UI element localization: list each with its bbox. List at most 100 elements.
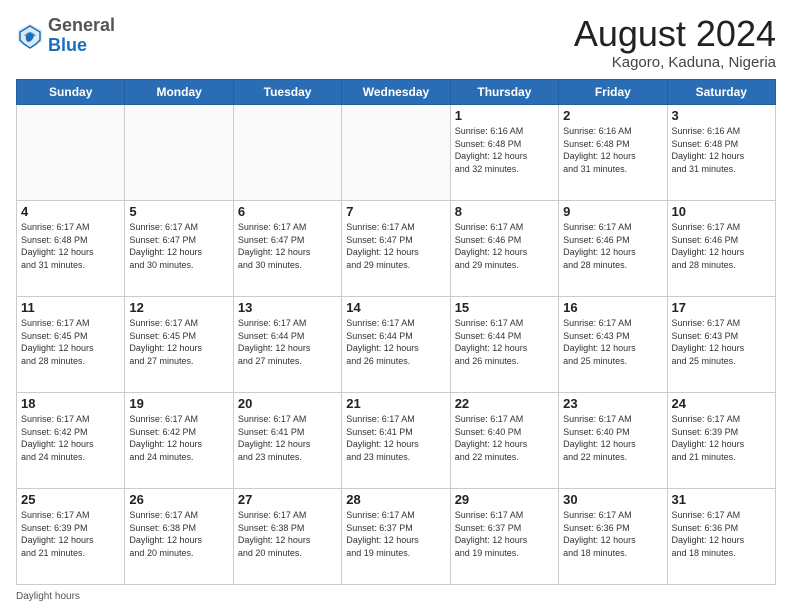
day-number: 31: [672, 492, 771, 507]
calendar-cell: 18Sunrise: 6:17 AM Sunset: 6:42 PM Dayli…: [17, 393, 125, 489]
day-info: Sunrise: 6:17 AM Sunset: 6:43 PM Dayligh…: [563, 317, 662, 367]
day-number: 1: [455, 108, 554, 123]
day-number: 7: [346, 204, 445, 219]
day-info: Sunrise: 6:17 AM Sunset: 6:36 PM Dayligh…: [563, 509, 662, 559]
day-number: 17: [672, 300, 771, 315]
calendar-cell: 1Sunrise: 6:16 AM Sunset: 6:48 PM Daylig…: [450, 105, 558, 201]
day-number: 10: [672, 204, 771, 219]
calendar-week-row: 11 Sunrise: 6:17 AM Sunset: 6:45 PM Dayli…: [17, 297, 776, 393]
day-number: 2: [563, 108, 662, 123]
day-info: Sunrise: 6:17 AM Sunset: 6:38 PM Dayligh…: [238, 509, 337, 559]
calendar-table: SundayMondayTuesdayWednesdayThursdayFrid…: [16, 79, 776, 585]
day-info: Sunrise: 6:17 AM Sunset: 6:41 PM Dayligh…: [346, 413, 445, 463]
day-number: 5: [129, 204, 228, 219]
day-number: 24: [672, 396, 771, 411]
day-number: 20: [238, 396, 337, 411]
day-of-week-header: Saturday: [667, 80, 775, 105]
day-info: Sunrise: 6:17 AM Sunset: 6:44 PM Dayligh…: [346, 317, 445, 367]
calendar-cell: [233, 105, 341, 201]
calendar-cell: 21 Sunrise: 6:17 AM Sunset: 6:41 PM Dayli…: [342, 393, 450, 489]
logo: General Blue: [16, 16, 115, 56]
calendar-cell: 3 Sunrise: 6:16 AM Sunset: 6:48 PM Daylig…: [667, 105, 775, 201]
calendar-cell: 7 Sunrise: 6:17 AM Sunset: 6:47 PM Daylig…: [342, 201, 450, 297]
day-info: Sunrise: 6:16 AM Sunset: 6:48 PM Dayligh…: [563, 125, 662, 175]
logo-text: General Blue: [48, 16, 115, 56]
day-number: 26: [129, 492, 228, 507]
day-of-week-header: Sunday: [17, 80, 125, 105]
day-info: Sunrise: 6:17 AM Sunset: 6:36 PM Dayligh…: [672, 509, 771, 559]
day-number: 15: [455, 300, 554, 315]
day-number: 18: [21, 396, 120, 411]
day-info: Sunrise: 6:17 AM Sunset: 6:47 PM Dayligh…: [346, 221, 445, 271]
day-info: Sunrise: 6:17 AM Sunset: 6:39 PM Dayligh…: [21, 509, 120, 559]
calendar-cell: 20Sunrise: 6:17 AM Sunset: 6:41 PM Dayli…: [233, 393, 341, 489]
calendar-header-row: SundayMondayTuesdayWednesdayThursdayFrid…: [17, 80, 776, 105]
day-info: Sunrise: 6:17 AM Sunset: 6:37 PM Dayligh…: [455, 509, 554, 559]
day-info: Sunrise: 6:17 AM Sunset: 6:45 PM Dayligh…: [21, 317, 120, 367]
calendar-cell: 16 Sunrise: 6:17 AM Sunset: 6:43 PM Dayli…: [559, 297, 667, 393]
calendar-cell: 19 Sunrise: 6:17 AM Sunset: 6:42 PM Dayli…: [125, 393, 233, 489]
day-info: Sunrise: 6:17 AM Sunset: 6:47 PM Dayligh…: [238, 221, 337, 271]
calendar-cell: 13Sunrise: 6:17 AM Sunset: 6:44 PM Dayli…: [233, 297, 341, 393]
day-info: Sunrise: 6:17 AM Sunset: 6:37 PM Dayligh…: [346, 509, 445, 559]
day-of-week-header: Wednesday: [342, 80, 450, 105]
calendar-cell: 12 Sunrise: 6:17 AM Sunset: 6:45 PM Dayli…: [125, 297, 233, 393]
calendar-week-row: 18 Sunrise: 6:17 AM Sunset: 6:42 PM Dayli…: [17, 393, 776, 489]
day-info: Sunrise: 6:17 AM Sunset: 6:39 PM Dayligh…: [672, 413, 771, 463]
calendar-cell: 28 Sunrise: 6:17 AM Sunset: 6:37 PM Dayli…: [342, 489, 450, 585]
day-number: 8: [455, 204, 554, 219]
calendar-cell: [342, 105, 450, 201]
footer: Daylight hours: [16, 591, 776, 602]
day-number: 3: [672, 108, 771, 123]
calendar-cell: 26 Sunrise: 6:17 AM Sunset: 6:38 PM Dayli…: [125, 489, 233, 585]
logo-icon: [16, 22, 44, 50]
calendar-cell: 24 Sunrise: 6:17 AM Sunset: 6:39 PM Dayli…: [667, 393, 775, 489]
calendar-cell: 2 Sunrise: 6:16 AM Sunset: 6:48 PM Daylig…: [559, 105, 667, 201]
month-title: August 2024: [574, 16, 776, 52]
day-info: Sunrise: 6:17 AM Sunset: 6:42 PM Dayligh…: [129, 413, 228, 463]
day-info: Sunrise: 6:17 AM Sunset: 6:44 PM Dayligh…: [238, 317, 337, 367]
day-number: 28: [346, 492, 445, 507]
day-number: 27: [238, 492, 337, 507]
day-number: 12: [129, 300, 228, 315]
day-number: 21: [346, 396, 445, 411]
day-info: Sunrise: 6:17 AM Sunset: 6:40 PM Dayligh…: [563, 413, 662, 463]
calendar-week-row: 1 Sunrise: 6:16 AM Sunset: 6:48 PM Daylig…: [17, 105, 776, 201]
calendar-cell: 17Sunrise: 6:17 AM Sunset: 6:43 PM Dayli…: [667, 297, 775, 393]
calendar-cell: 9Sunrise: 6:17 AM Sunset: 6:46 PM Daylig…: [559, 201, 667, 297]
calendar-cell: 29 Sunrise: 6:17 AM Sunset: 6:37 PM Dayli…: [450, 489, 558, 585]
footer-label: Daylight hours: [16, 591, 80, 602]
day-info: Sunrise: 6:17 AM Sunset: 6:45 PM Dayligh…: [129, 317, 228, 367]
page: General Blue August 2024 Kagoro, Kaduna,…: [0, 0, 792, 612]
calendar-cell: 30Sunrise: 6:17 AM Sunset: 6:36 PM Dayli…: [559, 489, 667, 585]
day-info: Sunrise: 6:17 AM Sunset: 6:47 PM Dayligh…: [129, 221, 228, 271]
calendar-cell: 5 Sunrise: 6:17 AM Sunset: 6:47 PM Daylig…: [125, 201, 233, 297]
calendar-cell: 31 Sunrise: 6:17 AM Sunset: 6:36 PM Dayli…: [667, 489, 775, 585]
day-number: 16: [563, 300, 662, 315]
day-number: 25: [21, 492, 120, 507]
day-info: Sunrise: 6:16 AM Sunset: 6:48 PM Dayligh…: [672, 125, 771, 175]
day-number: 22: [455, 396, 554, 411]
calendar-cell: 25 Sunrise: 6:17 AM Sunset: 6:39 PM Dayli…: [17, 489, 125, 585]
day-number: 19: [129, 396, 228, 411]
calendar-week-row: 25 Sunrise: 6:17 AM Sunset: 6:39 PM Dayli…: [17, 489, 776, 585]
day-number: 4: [21, 204, 120, 219]
day-of-week-header: Thursday: [450, 80, 558, 105]
day-number: 14: [346, 300, 445, 315]
day-number: 11: [21, 300, 120, 315]
calendar-cell: 6 Sunrise: 6:17 AM Sunset: 6:47 PM Daylig…: [233, 201, 341, 297]
logo-blue: Blue: [48, 35, 87, 55]
day-info: Sunrise: 6:17 AM Sunset: 6:38 PM Dayligh…: [129, 509, 228, 559]
logo-general: General: [48, 15, 115, 35]
header: General Blue August 2024 Kagoro, Kaduna,…: [16, 16, 776, 71]
calendar-cell: 10 Sunrise: 6:17 AM Sunset: 6:46 PM Dayli…: [667, 201, 775, 297]
day-info: Sunrise: 6:17 AM Sunset: 6:46 PM Dayligh…: [672, 221, 771, 271]
day-info: Sunrise: 6:17 AM Sunset: 6:40 PM Dayligh…: [455, 413, 554, 463]
calendar-cell: 11 Sunrise: 6:17 AM Sunset: 6:45 PM Dayli…: [17, 297, 125, 393]
day-number: 23: [563, 396, 662, 411]
calendar-cell: 22 Sunrise: 6:17 AM Sunset: 6:40 PM Dayli…: [450, 393, 558, 489]
day-of-week-header: Tuesday: [233, 80, 341, 105]
day-number: 6: [238, 204, 337, 219]
day-number: 29: [455, 492, 554, 507]
calendar-cell: 14 Sunrise: 6:17 AM Sunset: 6:44 PM Dayli…: [342, 297, 450, 393]
